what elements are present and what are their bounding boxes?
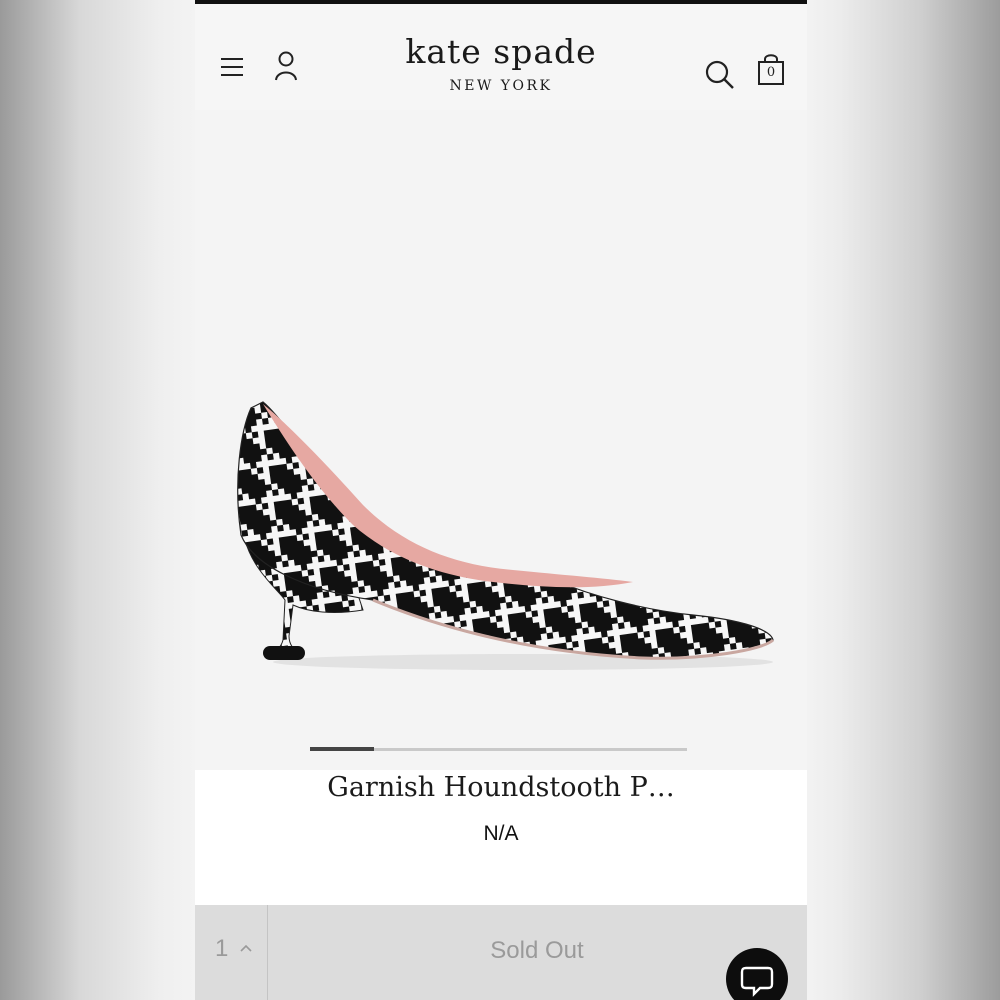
bag-count: 0 (766, 65, 776, 80)
search-icon[interactable] (705, 60, 735, 90)
shopping-bag-icon[interactable]: 0 (757, 52, 785, 86)
product-price: N/A (483, 822, 519, 845)
phone-screen: kate spade NEW YORK 0 Garnish Houndstoot… (195, 0, 807, 1000)
product-title: Garnish Houndstooth P… (327, 772, 675, 803)
site-header: kate spade NEW YORK 0 (195, 4, 807, 110)
purchase-bar: 1 Sold Out (195, 905, 807, 1000)
product-image (237, 401, 775, 670)
chat-button[interactable] (726, 948, 788, 1000)
product-image-carousel[interactable] (195, 110, 807, 770)
chat-bubble-icon (740, 966, 774, 997)
carousel-progress-thumb (310, 747, 374, 751)
quantity-selector[interactable]: 1 (195, 905, 268, 1000)
chevron-up-icon (240, 944, 252, 952)
product-info: Garnish Houndstooth P… N/A (195, 770, 807, 905)
quantity-value: 1 (215, 935, 229, 962)
carousel-progress (310, 747, 687, 751)
